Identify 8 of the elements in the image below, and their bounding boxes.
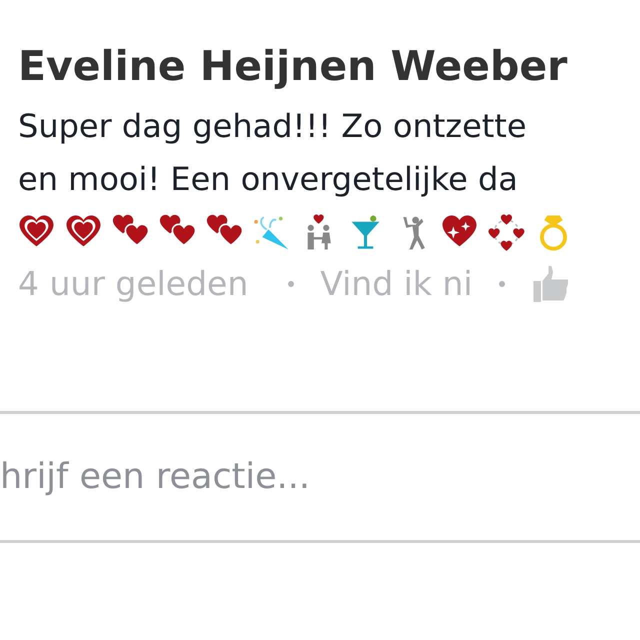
comment-text: Super dag gehad!!! Zo ontzette en mooi! Een onvergetelijke da (18, 106, 527, 200)
timestamp: 4 uur geleden (18, 264, 248, 303)
heart-circle-icon (488, 214, 525, 250)
party-popper-icon (253, 214, 290, 250)
separator-dot (498, 280, 504, 286)
author-name[interactable]: Eveline Heijnen Weeber (18, 38, 640, 94)
comment-input[interactable]: hrijf een reactie... (0, 457, 640, 497)
separator-dot (288, 280, 294, 286)
